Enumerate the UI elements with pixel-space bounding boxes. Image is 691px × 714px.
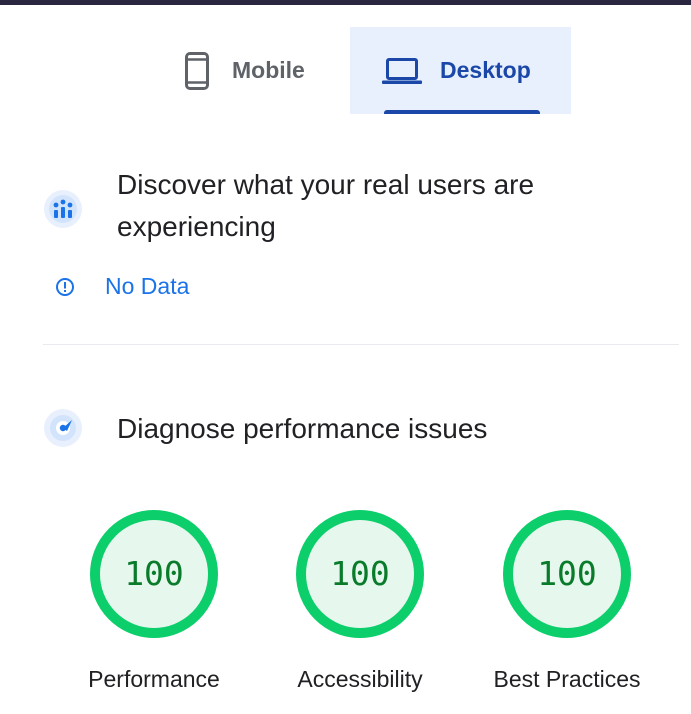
gauge-score: 100 bbox=[124, 554, 184, 593]
tab-mobile[interactable]: Mobile bbox=[170, 27, 345, 114]
tab-desktop-label: Desktop bbox=[440, 57, 531, 83]
gauge-accessibility[interactable]: 100 Accessibility bbox=[272, 508, 448, 708]
tab-desktop[interactable]: Desktop bbox=[350, 27, 571, 114]
tab-selected-indicator bbox=[384, 110, 540, 114]
no-data-status: No Data bbox=[55, 273, 189, 300]
gauge-score: 100 bbox=[330, 554, 390, 593]
users-chart-icon bbox=[43, 189, 83, 229]
info-icon bbox=[55, 277, 75, 297]
gauge-performance[interactable]: 100 Performance bbox=[66, 508, 242, 708]
gauge-label: Performance bbox=[88, 666, 220, 692]
gauge-label: Best Practices bbox=[493, 666, 641, 692]
tab-mobile-label: Mobile bbox=[232, 57, 305, 83]
phone-icon bbox=[184, 51, 210, 91]
no-data-label: No Data bbox=[105, 273, 190, 299]
section-divider bbox=[43, 344, 679, 345]
lighthouse-section-title: Diagnose performance issues bbox=[117, 413, 488, 444]
lighthouse-icon bbox=[43, 408, 83, 448]
gauge-best-practices[interactable]: 100 Best Practices bbox=[479, 508, 655, 708]
top-strip bbox=[0, 0, 691, 5]
gauge-label: Accessibility bbox=[297, 666, 423, 692]
crux-section-title: Discover what your real users are experi… bbox=[117, 169, 535, 242]
gauge-score: 100 bbox=[537, 554, 597, 593]
laptop-icon bbox=[382, 57, 422, 85]
